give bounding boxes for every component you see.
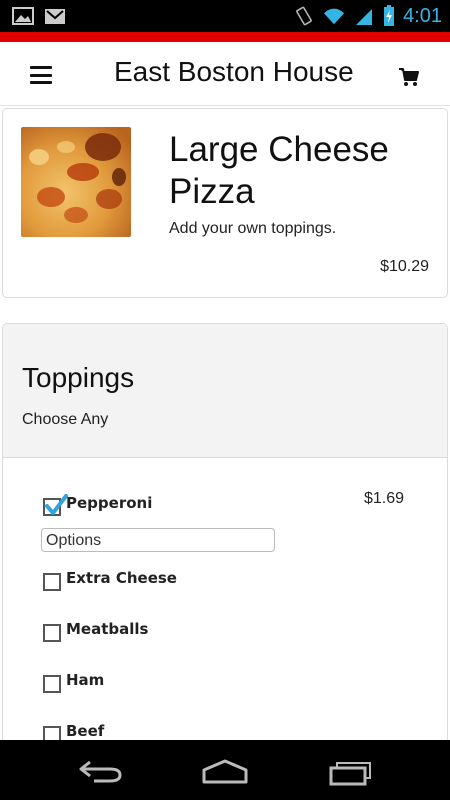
gmail-icon — [45, 9, 65, 24]
pepperoni-checkbox[interactable] — [43, 494, 68, 516]
topping-price: $1.69 — [364, 490, 405, 507]
status-bar: 4:01 — [0, 0, 450, 32]
toppings-subtitle: Choose Any — [22, 411, 109, 428]
product-card: Large Cheese Pizza Add your own toppings… — [2, 108, 448, 298]
vibrate-icon — [296, 6, 312, 26]
cart-icon[interactable] — [398, 66, 420, 88]
options-select[interactable]: Options — [41, 528, 275, 552]
topping-extra-cheese[interactable]: Extra Cheese — [3, 569, 447, 613]
topping-label: Ham — [66, 671, 105, 689]
app-header: East Boston House of Pizza — [0, 42, 450, 106]
toppings-panel: Toppings Choose Any Pepperoni $1.69 Opti… — [2, 323, 448, 753]
product-price: $10.29 — [380, 258, 429, 275]
back-icon[interactable] — [76, 756, 124, 786]
topping-ham[interactable]: Ham — [3, 671, 447, 715]
topping-meatballs[interactable]: Meatballs — [3, 620, 447, 664]
topping-label: Beef — [66, 722, 105, 740]
topping-label: Meatballs — [66, 620, 149, 638]
battery-charging-icon — [384, 5, 395, 26]
clock: 4:01 — [403, 4, 442, 27]
menu-icon[interactable] — [30, 66, 52, 84]
product-title: Large Cheese Pizza — [169, 130, 389, 211]
image-icon — [12, 7, 34, 25]
topping-label: Pepperoni — [66, 494, 153, 512]
toppings-title: Toppings — [22, 362, 135, 393]
accent-bar — [0, 32, 450, 42]
extra-cheese-checkbox[interactable] — [43, 573, 61, 591]
navigation-bar — [0, 740, 450, 800]
product-image — [21, 127, 131, 237]
product-description: Add your own toppings. — [169, 220, 337, 237]
app-title: East Boston House of Pizza — [114, 56, 354, 87]
wifi-icon — [323, 8, 345, 25]
signal-icon — [356, 9, 373, 25]
recent-apps-icon[interactable] — [327, 756, 375, 786]
ham-checkbox[interactable] — [43, 675, 61, 693]
toppings-header: Toppings Choose Any — [3, 324, 447, 458]
topping-label: Extra Cheese — [66, 569, 177, 587]
checkmark-icon — [45, 494, 68, 515]
meatballs-checkbox[interactable] — [43, 624, 61, 642]
home-icon[interactable] — [201, 756, 249, 786]
